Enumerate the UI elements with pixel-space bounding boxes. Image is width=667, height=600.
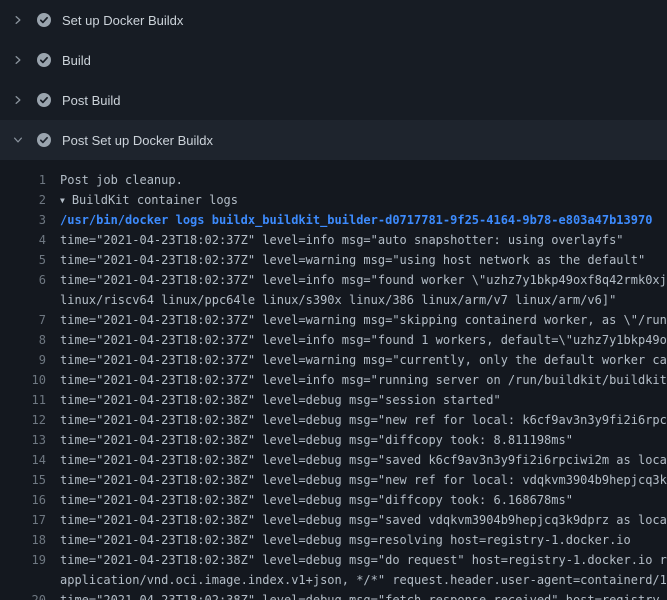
check-circle-icon <box>36 52 52 68</box>
step-header-post-build[interactable]: Post Build <box>0 80 667 120</box>
log-line: 4 time="2021-04-23T18:02:37Z" level=info… <box>0 230 667 250</box>
log-text: time="2021-04-23T18:02:38Z" level=debug … <box>46 390 667 410</box>
step-header-set-up-docker-buildx[interactable]: Set up Docker Buildx <box>0 0 667 40</box>
line-number[interactable]: 17 <box>0 510 46 530</box>
line-number[interactable]: 3 <box>0 210 46 230</box>
log-line-wrap: application/vnd.oci.image.index.v1+json,… <box>0 570 667 590</box>
log-group-label: ▼ BuildKit container logs <box>46 190 667 210</box>
log-line: 17 time="2021-04-23T18:02:38Z" level=deb… <box>0 510 667 530</box>
log-text: time="2021-04-23T18:02:38Z" level=debug … <box>46 510 667 530</box>
log-text: time="2021-04-23T18:02:37Z" level=warnin… <box>46 350 667 370</box>
check-circle-icon <box>36 92 52 108</box>
log-output-area: 1 Post job cleanup. 2 ▼ BuildKit containe… <box>0 160 667 600</box>
log-text: time="2021-04-23T18:02:38Z" level=debug … <box>46 550 667 570</box>
group-expanded-icon: ▼ <box>60 191 65 210</box>
log-line: 13 time="2021-04-23T18:02:38Z" level=deb… <box>0 430 667 450</box>
chevron-right-icon <box>10 12 26 28</box>
log-text: time="2021-04-23T18:02:37Z" level=warnin… <box>46 310 667 330</box>
line-number[interactable]: 7 <box>0 310 46 330</box>
log-line: 10 time="2021-04-23T18:02:37Z" level=inf… <box>0 370 667 390</box>
check-circle-icon <box>36 132 52 148</box>
log-text: time="2021-04-23T18:02:38Z" level=debug … <box>46 590 667 600</box>
line-number[interactable]: 2 <box>0 190 46 210</box>
log-line: 15 time="2021-04-23T18:02:38Z" level=deb… <box>0 470 667 490</box>
line-number <box>0 570 46 590</box>
line-number[interactable]: 4 <box>0 230 46 250</box>
line-number[interactable]: 18 <box>0 530 46 550</box>
log-line: 8 time="2021-04-23T18:02:37Z" level=info… <box>0 330 667 350</box>
line-number[interactable]: 9 <box>0 350 46 370</box>
log-line: 11 time="2021-04-23T18:02:38Z" level=deb… <box>0 390 667 410</box>
line-number[interactable]: 19 <box>0 550 46 570</box>
log-line: 6 time="2021-04-23T18:02:37Z" level=info… <box>0 270 667 290</box>
log-line: 16 time="2021-04-23T18:02:38Z" level=deb… <box>0 490 667 510</box>
line-number[interactable]: 12 <box>0 410 46 430</box>
log-line: 7 time="2021-04-23T18:02:37Z" level=warn… <box>0 310 667 330</box>
log-text: time="2021-04-23T18:02:38Z" level=debug … <box>46 450 667 470</box>
log-text: time="2021-04-23T18:02:37Z" level=info m… <box>46 330 667 350</box>
line-number[interactable]: 1 <box>0 170 46 190</box>
step-title: Post Build <box>62 93 121 108</box>
line-number[interactable]: 16 <box>0 490 46 510</box>
log-line: 18 time="2021-04-23T18:02:38Z" level=deb… <box>0 530 667 550</box>
step-header-post-set-up-docker-buildx[interactable]: Post Set up Docker Buildx <box>0 120 667 160</box>
line-number[interactable]: 11 <box>0 390 46 410</box>
line-number[interactable]: 5 <box>0 250 46 270</box>
line-number[interactable]: 20 <box>0 590 46 600</box>
log-text: time="2021-04-23T18:02:37Z" level=info m… <box>46 270 667 290</box>
log-text: time="2021-04-23T18:02:38Z" level=debug … <box>46 410 667 430</box>
log-group-header[interactable]: 2 ▼ BuildKit container logs <box>0 190 667 210</box>
actions-log-viewer: Set up Docker Buildx Build Post Build Po… <box>0 0 667 600</box>
step-title: Set up Docker Buildx <box>62 13 183 28</box>
step-title: Post Set up Docker Buildx <box>62 133 213 148</box>
line-number[interactable]: 15 <box>0 470 46 490</box>
line-number[interactable]: 6 <box>0 270 46 290</box>
log-text: time="2021-04-23T18:02:38Z" level=debug … <box>46 470 667 490</box>
log-text: time="2021-04-23T18:02:37Z" level=info m… <box>46 370 667 390</box>
log-line: 19 time="2021-04-23T18:02:38Z" level=deb… <box>0 550 667 570</box>
log-text: time="2021-04-23T18:02:38Z" level=debug … <box>46 490 667 510</box>
log-text: time="2021-04-23T18:02:37Z" level=warnin… <box>46 250 667 270</box>
line-number[interactable]: 14 <box>0 450 46 470</box>
chevron-right-icon <box>10 92 26 108</box>
check-circle-icon <box>36 12 52 28</box>
chevron-down-icon <box>10 132 26 148</box>
command-text: /usr/bin/docker logs buildx_buildkit_bui… <box>46 210 667 230</box>
log-line: 5 time="2021-04-23T18:02:37Z" level=warn… <box>0 250 667 270</box>
line-number[interactable]: 13 <box>0 430 46 450</box>
chevron-right-icon <box>10 52 26 68</box>
step-header-build[interactable]: Build <box>0 40 667 80</box>
line-number[interactable]: 10 <box>0 370 46 390</box>
log-line: 20 time="2021-04-23T18:02:38Z" level=deb… <box>0 590 667 600</box>
log-line: 9 time="2021-04-23T18:02:37Z" level=warn… <box>0 350 667 370</box>
log-line-wrap: linux/riscv64 linux/ppc64le linux/s390x … <box>0 290 667 310</box>
log-text: time="2021-04-23T18:02:37Z" level=info m… <box>46 230 667 250</box>
group-title: BuildKit container logs <box>72 193 238 207</box>
log-line: 14 time="2021-04-23T18:02:38Z" level=deb… <box>0 450 667 470</box>
log-text: linux/riscv64 linux/ppc64le linux/s390x … <box>46 290 667 310</box>
log-text: application/vnd.oci.image.index.v1+json,… <box>46 570 667 590</box>
log-line: 12 time="2021-04-23T18:02:38Z" level=deb… <box>0 410 667 430</box>
log-text: time="2021-04-23T18:02:38Z" level=debug … <box>46 430 667 450</box>
line-number[interactable]: 8 <box>0 330 46 350</box>
log-text: time="2021-04-23T18:02:38Z" level=debug … <box>46 530 667 550</box>
line-number <box>0 290 46 310</box>
log-line: 1 Post job cleanup. <box>0 170 667 190</box>
log-line: 3 /usr/bin/docker logs buildx_buildkit_b… <box>0 210 667 230</box>
log-text: Post job cleanup. <box>46 170 667 190</box>
step-title: Build <box>62 53 91 68</box>
